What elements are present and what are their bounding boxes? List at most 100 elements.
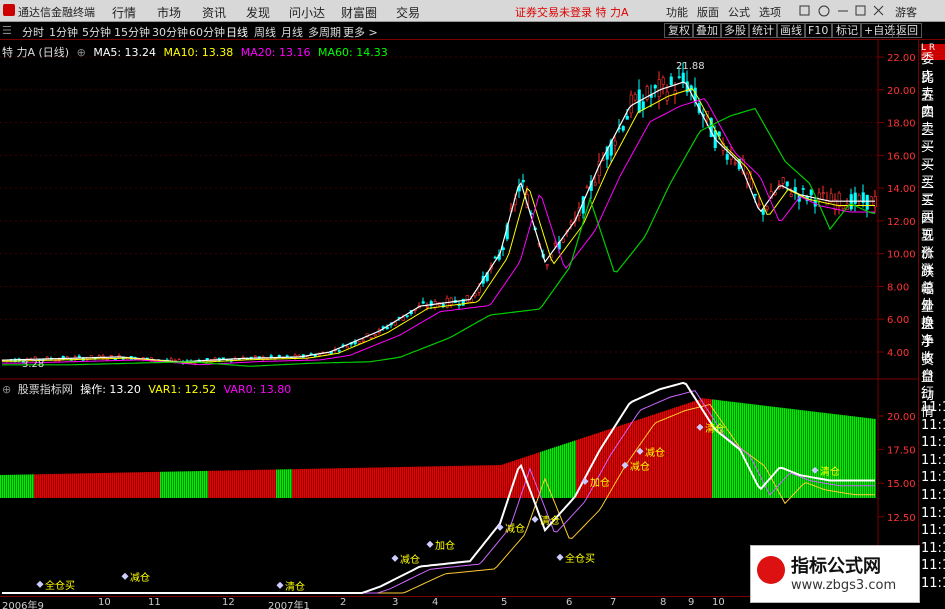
period-more[interactable]: 更多 > [343, 24, 378, 40]
period-60min[interactable]: 60分钟 [189, 24, 225, 40]
period-multi[interactable]: 多周期 [308, 24, 341, 40]
indicator-bar [362, 467, 364, 498]
indicator-bar [224, 470, 226, 498]
ma60-value: MA60: 14.33 [317, 46, 388, 59]
indicator-bar [344, 468, 346, 498]
indicator-bar [312, 468, 314, 498]
candle-body [421, 301, 425, 304]
side-item[interactable]: 11:1 [921, 488, 945, 503]
side-item[interactable]: 11:1 [921, 506, 945, 521]
btn-duogu[interactable]: 多股 [720, 23, 750, 38]
indicator-bar [214, 470, 216, 498]
period-fenshi[interactable]: 分时 [22, 24, 44, 40]
indicator-bar [290, 469, 292, 498]
indicator-toggle-icon[interactable]: ⊕ [2, 383, 11, 396]
period-monthly[interactable]: 月线 [281, 24, 303, 40]
indicator-bar [476, 465, 478, 498]
side-item[interactable]: 11:1 [921, 453, 945, 468]
indicator-bar [776, 407, 778, 498]
indicator-name[interactable]: 股票指标网 [18, 383, 73, 396]
indicator-bar [728, 401, 730, 498]
side-item[interactable]: 11:1 [921, 435, 945, 450]
period-weekly[interactable]: 周线 [254, 24, 276, 40]
y-tick-label: 17.50 [887, 446, 916, 457]
indicator-bar [688, 402, 690, 498]
indicator-bar [498, 465, 500, 498]
side-item[interactable]: 11:1 [921, 470, 945, 485]
indicator-bar [404, 466, 406, 498]
period-daily[interactable]: 日线 [226, 24, 248, 40]
legend-toggle-icon[interactable]: ⊕ [77, 46, 86, 59]
candle-body [337, 350, 341, 352]
side-item[interactable]: 11:1 [921, 400, 945, 415]
menu-banmian[interactable]: 版面 [697, 4, 719, 20]
btn-tongji[interactable]: 统计 [748, 23, 778, 38]
indicator-bar [816, 411, 818, 498]
indicator-bar [248, 470, 250, 498]
indicator-bar [798, 409, 800, 498]
btn-huaxian[interactable]: 画线 [776, 23, 806, 38]
guest-label[interactable]: 游客 [895, 4, 917, 20]
indicator-bar [148, 472, 150, 498]
candle-body [521, 179, 525, 183]
side-item[interactable]: 11:1 [921, 576, 945, 591]
btn-fuquan[interactable]: 复权 [664, 23, 694, 38]
menu-shichang[interactable]: 市场 [157, 4, 181, 21]
indicator-bar [208, 470, 210, 498]
period-30min[interactable]: 30分钟 [152, 24, 188, 40]
indicator-bar [488, 465, 490, 498]
indicator-bar [372, 467, 374, 498]
menu-gongshi[interactable]: 公式 [728, 4, 750, 20]
indicator-bar [256, 469, 258, 498]
window-controls[interactable] [798, 4, 938, 18]
kline-chart-area[interactable]: 22.00 20.00 18.00 16.00 14.00 12.00 10.00 8.00 6… [0, 40, 918, 596]
indicator-bar [302, 468, 304, 498]
btn-diejia[interactable]: 叠加 [692, 23, 722, 38]
period-5min[interactable]: 5分钟 [82, 24, 111, 40]
indicator-bar [166, 471, 168, 498]
indicator-bar [444, 466, 446, 498]
menu-gongneng[interactable]: 功能 [666, 4, 688, 20]
indicator-bar [146, 472, 148, 498]
candle-body [501, 247, 505, 251]
indicator-bar [60, 473, 62, 498]
ma20-line [2, 98, 875, 366]
btn-f10[interactable]: F10 [804, 23, 833, 38]
indicator-bar [124, 472, 126, 498]
signal-label: 清仓 [820, 465, 840, 478]
menu-hangqing[interactable]: 行情 [112, 4, 136, 21]
indicator-bar [824, 412, 826, 498]
btn-fanhui[interactable]: 返回 [892, 23, 922, 38]
indicator-bar [678, 406, 680, 498]
close-icon [873, 5, 884, 16]
side-item[interactable]: 11:1 [921, 558, 945, 573]
indicator-bar [136, 472, 138, 498]
indicator-bar [62, 473, 64, 498]
menu-wenxiaoda[interactable]: 问小达 [289, 4, 325, 21]
menu-caifuquan[interactable]: 财富圈 [341, 4, 377, 21]
menu-xuanxiang[interactable]: 选项 [759, 4, 781, 20]
signal-diamond [276, 581, 284, 589]
indicator-bar [86, 473, 88, 498]
indicator-bar [134, 472, 136, 498]
side-item[interactable]: 11:1 [921, 418, 945, 433]
indicator-bar [82, 473, 84, 498]
indicator-bar [128, 472, 130, 498]
signal-label: 减仓 [630, 460, 650, 473]
signal-label: 减仓 [505, 522, 525, 535]
menu-jiaoyi[interactable]: 交易 [396, 4, 420, 21]
side-item[interactable]: 11:1 [921, 523, 945, 538]
side-item[interactable]: 11:1 [921, 541, 945, 556]
upper-legend: 特 力A (日线) ⊕ MA5: 13.24 MA10: 13.38 MA20:… [2, 44, 388, 60]
menu-zixun[interactable]: 资讯 [202, 4, 226, 21]
toolbar-menu-icon[interactable]: ☰ [2, 24, 12, 37]
period-15min[interactable]: 15分钟 [114, 24, 150, 40]
menu-faxian[interactable]: 发现 [246, 4, 270, 21]
indicator-bar [420, 466, 422, 498]
indicator-bar [634, 420, 636, 498]
indicator-bar [48, 474, 50, 498]
btn-biaoji[interactable]: 标记 [832, 23, 862, 38]
trade-login-notice[interactable]: 证券交易未登录 特 力A [515, 4, 629, 20]
period-1min[interactable]: 1分钟 [49, 24, 78, 40]
indicator-bar [286, 469, 288, 498]
